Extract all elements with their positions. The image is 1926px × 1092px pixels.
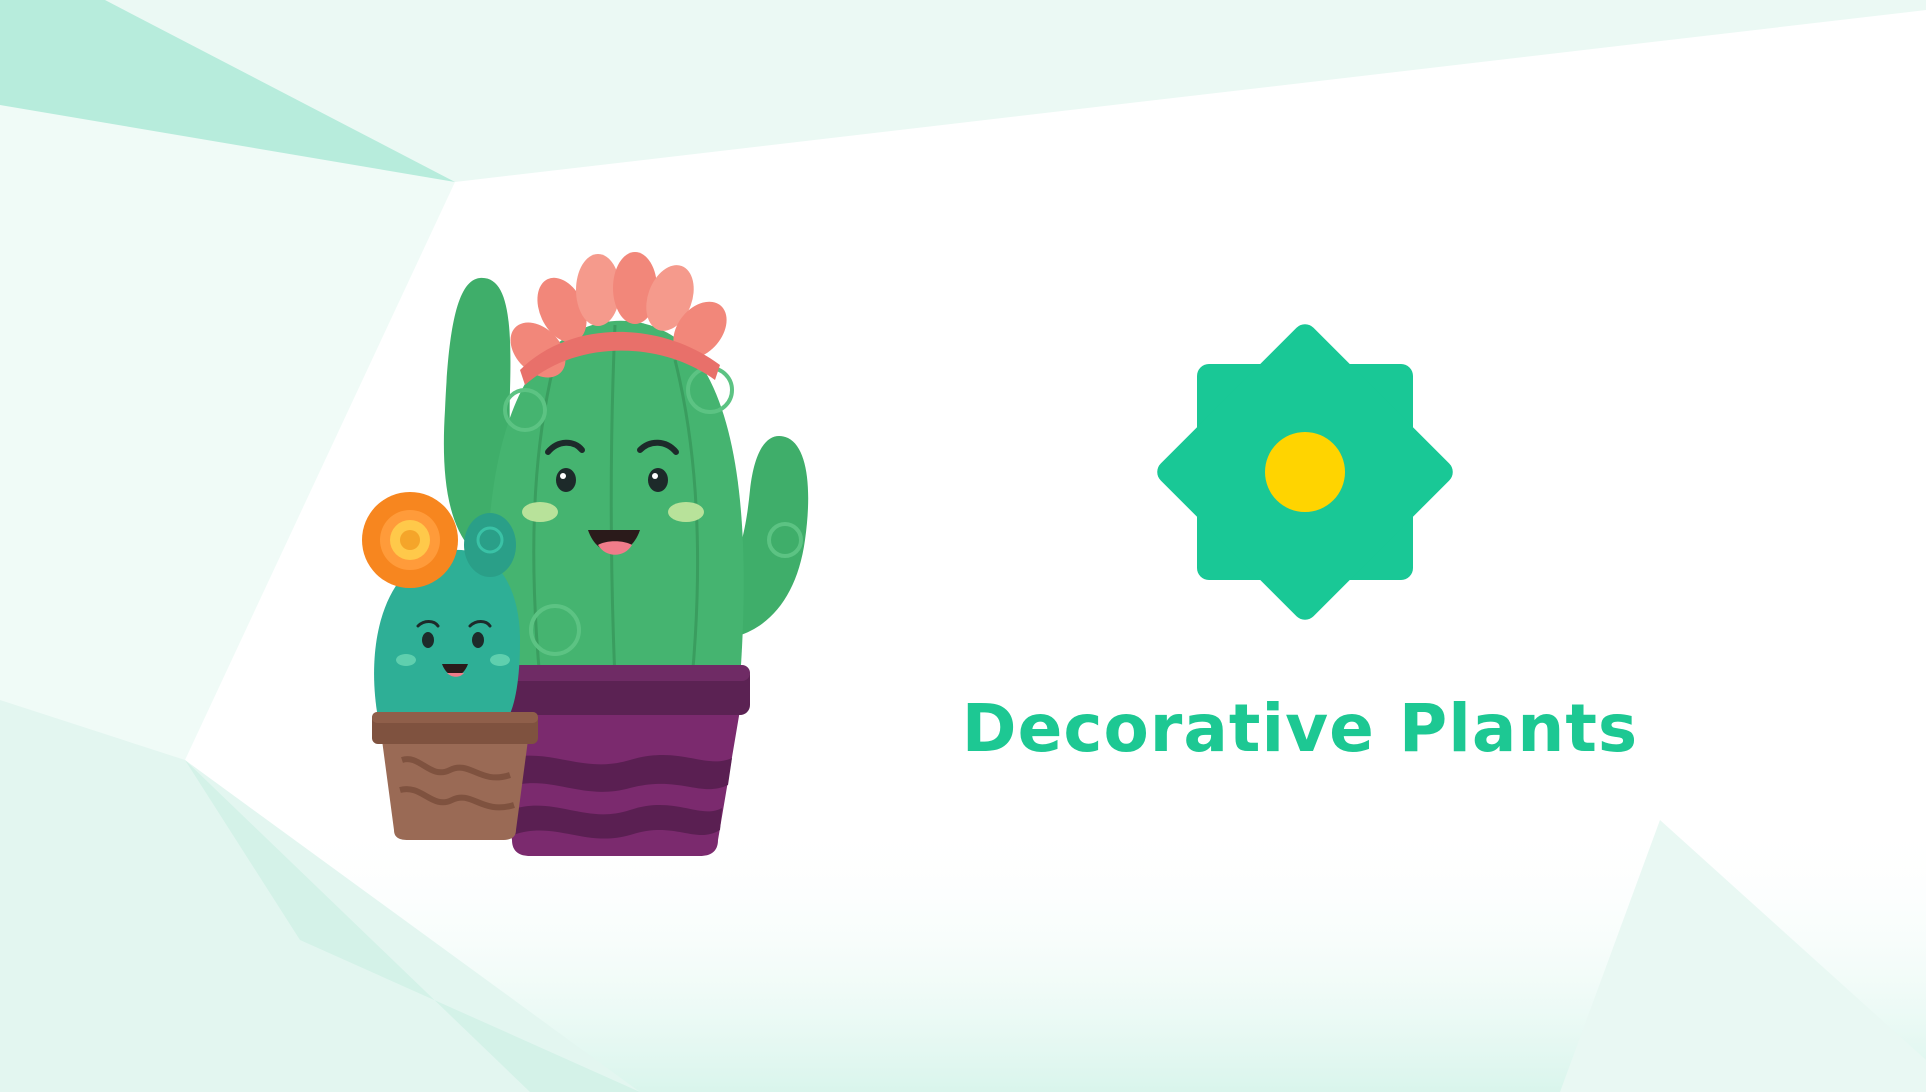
small-cactus-bump (464, 513, 516, 577)
brand-title: Decorative Plants (961, 690, 1639, 767)
small-pot (372, 712, 538, 840)
cactus-pair-illustration (362, 252, 809, 856)
badge-center-dot (1265, 432, 1345, 512)
slide-canvas: Decorative Plants (0, 0, 1926, 1092)
small-cactus-flower (362, 492, 458, 588)
flower-badge-icon (1157, 324, 1453, 620)
background-shapes (0, 0, 1926, 1092)
